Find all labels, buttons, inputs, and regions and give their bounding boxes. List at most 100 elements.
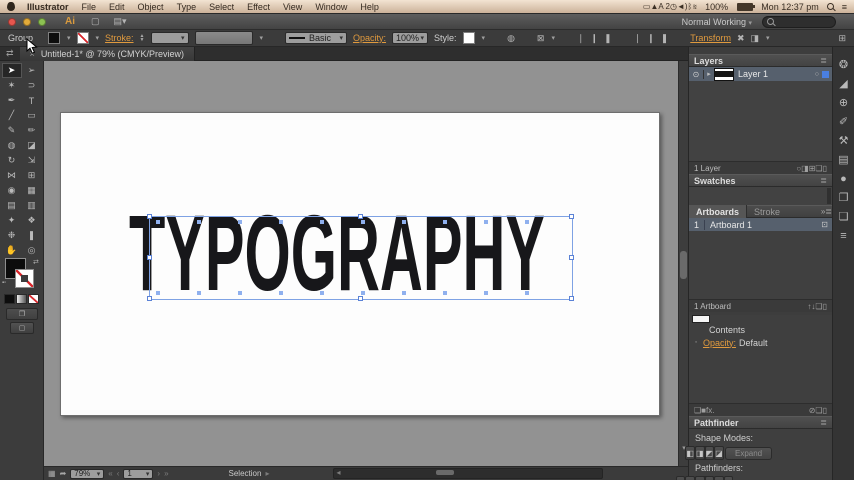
unite-icon[interactable]: ◧ bbox=[685, 446, 695, 460]
trim-icon[interactable]: ▤ bbox=[685, 476, 695, 480]
paintbrush-tool[interactable]: ✎ bbox=[2, 123, 22, 138]
transform-panel-icon[interactable]: ❏ bbox=[833, 207, 854, 226]
color-panel-icon[interactable]: ❂ bbox=[833, 55, 854, 74]
artboard-navigation-field[interactable]: 1 ▾ bbox=[123, 468, 154, 479]
width-profile-dropdown[interactable] bbox=[194, 31, 253, 45]
none-button[interactable] bbox=[28, 294, 39, 304]
arrange-documents-icon[interactable]: ▤▾ bbox=[114, 16, 127, 27]
selection-handle[interactable] bbox=[358, 296, 363, 301]
shape-builder-tool[interactable]: ◉ bbox=[2, 183, 22, 198]
document-setup-icon[interactable]: ◍ bbox=[507, 33, 515, 44]
line-segment-tool[interactable]: ╱ bbox=[2, 108, 22, 123]
last-artboard-arrow[interactable]: » bbox=[164, 469, 168, 478]
horizontal-scroll-thumb[interactable] bbox=[436, 470, 455, 475]
input-source-icon[interactable]: A 2 bbox=[658, 2, 670, 11]
menu-window[interactable]: Window bbox=[315, 2, 347, 12]
anchor-point[interactable] bbox=[238, 220, 242, 224]
blend-tool[interactable]: ❖ bbox=[22, 213, 42, 228]
stroke-swatch[interactable] bbox=[15, 269, 34, 288]
anchor-point[interactable] bbox=[484, 291, 488, 295]
selection-tool[interactable]: ➤ bbox=[1, 63, 22, 78]
swap-fill-stroke-icon[interactable]: ⇄ bbox=[33, 258, 39, 266]
mesh-tool[interactable]: ▤ bbox=[2, 198, 22, 213]
pencil-tool[interactable]: ✏ bbox=[22, 123, 42, 138]
opacity-link[interactable]: Opacity: bbox=[353, 33, 386, 43]
column-graph-tool[interactable]: ❚ bbox=[22, 228, 42, 243]
new-layer-icon[interactable]: ❏ bbox=[815, 164, 822, 173]
gradient-button[interactable] bbox=[16, 294, 27, 304]
artboard-name[interactable]: Artboard 1 bbox=[710, 220, 752, 230]
selection-handle[interactable] bbox=[569, 214, 574, 219]
select-similar-icon[interactable]: ⊠ bbox=[537, 33, 545, 44]
share-icon[interactable]: ➦ bbox=[60, 469, 67, 478]
swatches-panel-header[interactable]: Swatches ≣ bbox=[689, 174, 832, 187]
next-artboard-arrow[interactable]: › bbox=[157, 469, 160, 478]
merge-icon[interactable]: ▥ bbox=[694, 476, 705, 480]
exclude-icon[interactable]: ◪ bbox=[714, 446, 724, 460]
fill-color-swatch[interactable] bbox=[48, 32, 60, 44]
tab-artboards[interactable]: Artboards bbox=[689, 205, 748, 218]
wifi-icon[interactable]: ≋ bbox=[692, 2, 697, 11]
anchor-point[interactable] bbox=[156, 220, 160, 224]
spotlight-icon[interactable] bbox=[826, 3, 834, 10]
eraser-tool[interactable]: ◪ bbox=[22, 138, 42, 153]
menu-illustrator[interactable]: Illustrator bbox=[27, 2, 69, 12]
selection-handle[interactable] bbox=[569, 255, 574, 260]
target-circle-icon[interactable]: ○ bbox=[815, 71, 819, 78]
previous-artboard-arrow[interactable]: ‹ bbox=[117, 469, 120, 478]
panel-menu-icon[interactable]: ≣ bbox=[820, 176, 827, 185]
brush-definition-dropdown[interactable]: Basic ▾ bbox=[285, 32, 348, 44]
align-center-icon[interactable]: ❙ bbox=[591, 33, 599, 44]
appearance-panel-icon[interactable]: ● bbox=[833, 169, 854, 188]
new-effect-icon[interactable]: fx. bbox=[706, 406, 714, 415]
tab-stroke[interactable]: Stroke bbox=[747, 207, 787, 217]
canvas[interactable]: TYPOGRAPHY ▾ bbox=[44, 61, 688, 466]
swatches-scrollbar[interactable] bbox=[827, 188, 831, 204]
close-window-button[interactable] bbox=[8, 17, 16, 26]
anchor-point[interactable] bbox=[525, 291, 529, 295]
hand-tool[interactable]: ✋ bbox=[2, 243, 22, 258]
vertical-scrollbar[interactable]: ▾ bbox=[678, 61, 688, 466]
document-tab[interactable]: × Untitled-1* @ 79% (CMYK/Preview) bbox=[19, 46, 195, 61]
artboard-row[interactable]: 1 Artboard 1 ⊡ bbox=[689, 218, 832, 231]
artboard-icon[interactable]: ⊡ bbox=[821, 220, 828, 229]
pattern-options-panel-icon[interactable]: ⊕ bbox=[833, 93, 854, 112]
stroke-weight-field[interactable]: ▾ bbox=[150, 32, 189, 44]
dock-toggle-icon[interactable]: ⇄ bbox=[0, 48, 20, 59]
minus-back-icon[interactable]: ▨ bbox=[723, 476, 734, 480]
appearance-contents-row[interactable]: Contents bbox=[709, 325, 745, 335]
anchor-point[interactable] bbox=[361, 220, 365, 224]
panel-menu-icon[interactable]: ≣ bbox=[820, 418, 827, 427]
search-input[interactable] bbox=[762, 15, 836, 28]
anchor-point[interactable] bbox=[320, 291, 324, 295]
anchor-point[interactable] bbox=[361, 291, 365, 295]
color-button[interactable] bbox=[4, 294, 15, 304]
selection-handle[interactable] bbox=[358, 214, 363, 219]
visibility-eye-icon[interactable]: ⊙ bbox=[689, 69, 704, 79]
symbols-panel-icon[interactable]: ⚒ bbox=[833, 131, 854, 150]
anchor-point[interactable] bbox=[279, 220, 283, 224]
transform-link[interactable]: Transform bbox=[690, 33, 731, 43]
new-artboard-icon[interactable]: ❏ bbox=[815, 302, 822, 311]
zoom-level-field[interactable]: 79% ▾ bbox=[70, 468, 105, 479]
type-tool[interactable]: T bbox=[22, 93, 42, 108]
delete-layer-icon[interactable]: ▯ bbox=[823, 164, 827, 173]
horizontal-scrollbar[interactable]: ◂ bbox=[333, 468, 604, 479]
align-right-icon[interactable]: ❚ bbox=[604, 33, 612, 44]
anchor-point[interactable] bbox=[443, 220, 447, 224]
anchor-point[interactable] bbox=[402, 220, 406, 224]
menu-file[interactable]: File bbox=[82, 2, 97, 12]
align-left-icon[interactable]: ❘ bbox=[577, 33, 585, 44]
free-transform-tool[interactable]: ⊞ bbox=[22, 168, 42, 183]
expand-layer-arrow[interactable]: ▸ bbox=[704, 70, 714, 78]
selection-bounding-box[interactable] bbox=[147, 214, 574, 301]
scroll-left-arrow[interactable]: ◂ bbox=[336, 468, 340, 477]
anchor-point[interactable] bbox=[402, 291, 406, 295]
minus-front-icon[interactable]: ◨ bbox=[694, 446, 705, 460]
color-guide-panel-icon[interactable]: ◢ bbox=[833, 74, 854, 93]
vertical-scroll-thumb[interactable] bbox=[680, 251, 687, 279]
stroke-weight-stepper[interactable]: ▲ ▼ bbox=[140, 34, 145, 43]
rectangle-tool[interactable]: ▭ bbox=[22, 108, 42, 123]
menu-select[interactable]: Select bbox=[209, 2, 234, 12]
make-clip-mask-icon[interactable]: ◨ bbox=[801, 164, 809, 173]
